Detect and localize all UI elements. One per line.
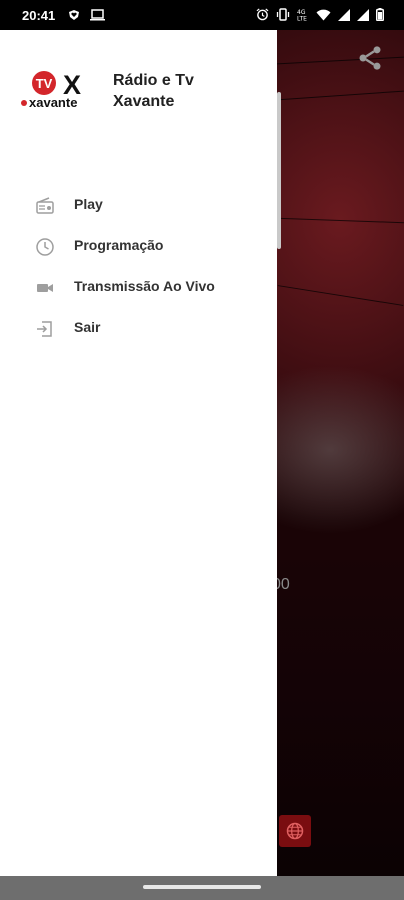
drawer-menu: Play Programação Transmissão Ao Vivo Sai… [0, 185, 277, 349]
menu-item-label: Play [74, 196, 103, 212]
videocam-icon [37, 284, 53, 292]
svg-text:LTE: LTE [297, 16, 307, 22]
lte-icon: 4G LTE [297, 9, 307, 22]
exit-icon [37, 321, 52, 337]
menu-item-label: Transmissão Ao Vivo [74, 278, 215, 294]
menu-item-programacao[interactable]: Programação [0, 226, 277, 267]
status-bar: 20:41 4G LTE [0, 0, 404, 30]
home-gesture-handle[interactable] [143, 885, 261, 889]
logo-brand-text: xavante [29, 95, 77, 110]
menu-item-label: Programação [74, 237, 164, 253]
clock-icon [36, 238, 54, 256]
menu-item-play[interactable]: Play [0, 185, 277, 226]
app-name: Rádio e Tv Xavante [113, 72, 194, 110]
shield-heart-icon [69, 10, 79, 20]
laptop-icon [90, 9, 105, 21]
vibrate-icon [276, 8, 290, 21]
menu-item-transmissao-ao-vivo[interactable]: Transmissão Ao Vivo [0, 267, 277, 308]
navigation-drawer: TV X xavante Rádio e Tv Xavante Play Pro… [0, 30, 277, 876]
signal-icon [357, 8, 369, 21]
system-navigation-bar [0, 876, 404, 900]
logo-tv-text: TV [36, 76, 53, 91]
app-logo: TV X xavante [20, 70, 100, 110]
share-button[interactable] [356, 44, 384, 72]
radio-icon [36, 197, 54, 214]
menu-item-label: Sair [74, 319, 101, 335]
share-icon [359, 46, 381, 70]
battery-icon [376, 8, 384, 21]
alarm-icon [256, 8, 269, 21]
website-button[interactable] [279, 815, 311, 847]
menu-item-sair[interactable]: Sair [0, 308, 277, 349]
signal-icon [338, 8, 350, 21]
globe-icon [286, 822, 304, 840]
status-time: 20:41 [22, 8, 56, 23]
wifi-icon [316, 9, 331, 20]
scrollbar-thumb[interactable] [277, 92, 281, 249]
